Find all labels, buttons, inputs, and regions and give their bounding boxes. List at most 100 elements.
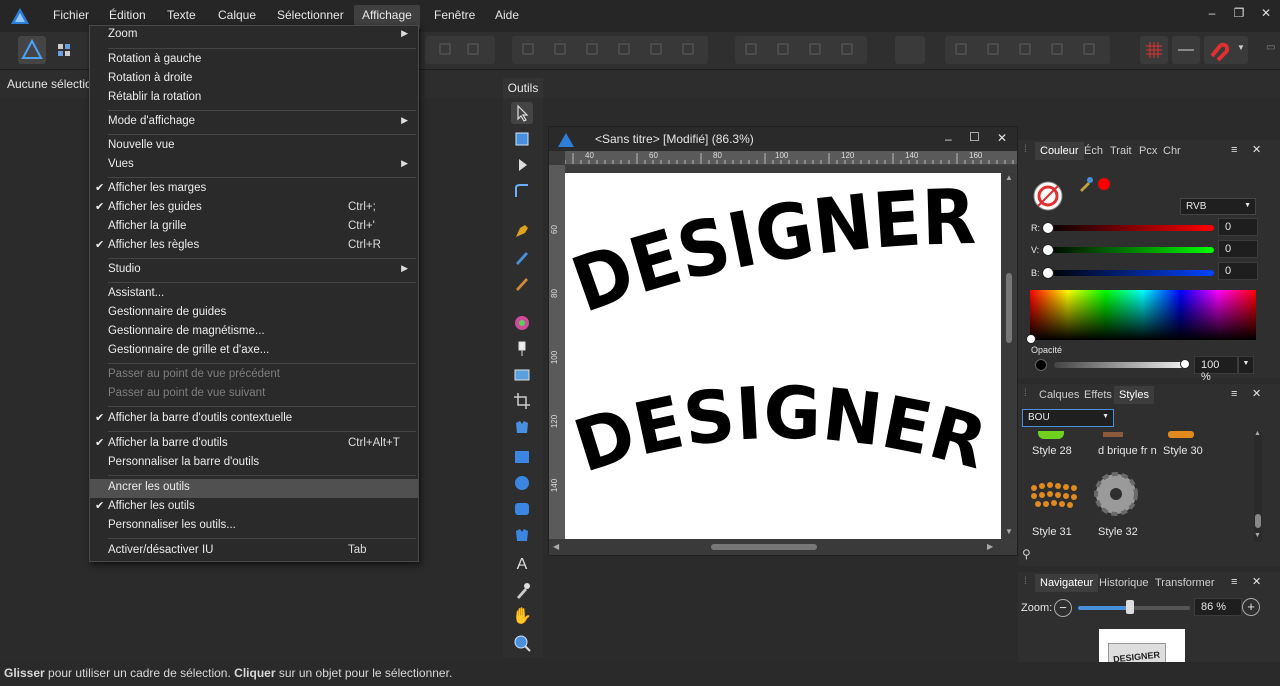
toolbar-icon[interactable] <box>467 43 479 55</box>
scroll-up-icon[interactable]: ▲ <box>1005 173 1013 182</box>
pencil-tool-icon[interactable] <box>511 246 533 268</box>
eyedropper-icon[interactable] <box>1076 174 1096 194</box>
align-middle-icon[interactable] <box>650 43 662 55</box>
scroll-down-icon[interactable]: ▼ <box>1254 532 1261 539</box>
style-31-thumb[interactable] <box>1026 474 1078 522</box>
horizontal-scrollbar[interactable]: ◀ ▶ <box>549 539 1001 555</box>
panel-close-icon[interactable]: ✕ <box>1252 387 1261 400</box>
scrollbar-thumb[interactable] <box>1255 514 1261 528</box>
minimize-icon[interactable]: – <box>1202 6 1222 24</box>
menu-item-show-grid[interactable]: Afficher la grille Ctrl+' <box>90 218 418 237</box>
doc-maximize-icon[interactable]: ☐ <box>969 130 980 144</box>
color-picker-tool-icon[interactable] <box>511 312 533 334</box>
menu-item-assistant[interactable]: Assistant... <box>90 285 418 304</box>
style-30-label[interactable]: Style 30 <box>1163 445 1203 457</box>
menu-item-show-toolbar[interactable]: ✔ Afficher la barre d'outils Ctrl+Alt+T <box>90 435 418 454</box>
blue-value-input[interactable]: 0 <box>1218 262 1258 280</box>
magnet-button[interactable]: ▼ <box>1204 36 1248 64</box>
menu-texte[interactable]: Texte <box>167 8 196 22</box>
panel-close-icon[interactable]: ✕ <box>1252 575 1261 588</box>
vertical-scrollbar[interactable]: ▲ ▼ <box>1001 173 1017 539</box>
zoom-value-input[interactable]: 86 % <box>1194 598 1242 616</box>
flip-icon[interactable] <box>745 43 757 55</box>
style-31-label[interactable]: Style 31 <box>1032 526 1072 538</box>
panel-menu-icon[interactable]: ≡ <box>1231 144 1237 156</box>
pixel-persona-button[interactable] <box>50 36 78 64</box>
doc-minimize-icon[interactable]: – <box>945 132 952 146</box>
menu-selectionner[interactable]: Sélectionner <box>277 8 344 22</box>
canvas[interactable]: DESIGNER DESIGNER <box>561 172 1001 539</box>
tab-calques[interactable]: Calques <box>1039 389 1079 401</box>
node-tool-icon[interactable] <box>511 154 533 176</box>
crop-tool-icon[interactable] <box>511 390 533 412</box>
align-center-icon[interactable] <box>554 43 566 55</box>
style-category-select[interactable]: BOU ▼ <box>1022 409 1114 427</box>
menu-item-dock-tools[interactable]: Ancrer les outils <box>90 479 418 498</box>
style-29-thumb[interactable] <box>1103 432 1123 437</box>
scrollbar-thumb[interactable] <box>1006 273 1012 343</box>
menu-item-new-view[interactable]: Nouvelle vue <box>90 137 418 156</box>
menu-item-toggle-ui[interactable]: Activer/désactiver IU Tab <box>90 542 418 561</box>
pen-tool-icon[interactable] <box>511 220 533 242</box>
tab-transformer[interactable]: Transformer <box>1155 577 1215 589</box>
menu-item-grid-manager[interactable]: Gestionnaire de grille et d'axe... <box>90 342 418 361</box>
menu-calque[interactable]: Calque <box>218 8 256 22</box>
menu-item-customize-toolbar[interactable]: Personnaliser la barre d'outils <box>90 454 418 473</box>
designer-persona-button[interactable] <box>18 36 46 64</box>
rounded-rect-tool-icon[interactable] <box>511 498 533 520</box>
red-slider-knob[interactable] <box>1042 222 1054 234</box>
menu-item-show-tools[interactable]: ✔ Afficher les outils <box>90 498 418 517</box>
menu-item-show-margins[interactable]: ✔ Afficher les marges <box>90 180 418 199</box>
tab-ech[interactable]: Éch <box>1084 145 1103 157</box>
scroll-down-icon[interactable]: ▼ <box>1005 527 1013 536</box>
panel-menu-icon[interactable]: ≡ <box>1231 576 1237 588</box>
toolbar-icon[interactable] <box>439 43 451 55</box>
green-value-input[interactable]: 0 <box>1218 240 1258 258</box>
menu-item-reset-rotation[interactable]: Rétablir la rotation <box>90 89 418 108</box>
menu-item-studio[interactable]: Studio ▶ <box>90 261 418 280</box>
subtract-icon[interactable] <box>987 43 999 55</box>
panel-close-icon[interactable]: ✕ <box>1252 143 1261 156</box>
grip-icon[interactable]: ⁞ <box>1024 144 1027 155</box>
opacity-value-input[interactable]: 100 % <box>1194 356 1238 383</box>
rotate-icon[interactable] <box>777 43 789 55</box>
color-spectrum[interactable] <box>1030 290 1256 340</box>
blue-slider-knob[interactable] <box>1042 267 1054 279</box>
menu-item-zoom[interactable]: Zoom ▶ <box>90 26 418 45</box>
menu-item-rotate-left[interactable]: Rotation à gauche <box>90 51 418 70</box>
style-32-label[interactable]: Style 32 <box>1098 526 1138 538</box>
tab-styles[interactable]: Styles <box>1114 386 1154 404</box>
snap-button[interactable] <box>1172 36 1200 64</box>
menu-item-show-guides[interactable]: ✔ Afficher les guides Ctrl+; <box>90 199 418 218</box>
shape-tool-2-icon[interactable] <box>511 524 533 546</box>
grip-icon[interactable]: ⁞ <box>1024 576 1027 587</box>
restore-icon[interactable]: ❐ <box>1229 6 1249 24</box>
affinity-logo-icon[interactable] <box>10 7 30 25</box>
ellipse-tool-icon[interactable] <box>511 472 533 494</box>
align-left-icon[interactable] <box>522 43 534 55</box>
menu-item-context-toolbar[interactable]: ✔ Afficher la barre d'outils contextuelle <box>90 410 418 429</box>
zoom-in-icon[interactable]: + <box>1242 598 1260 616</box>
red-value-input[interactable]: 0 <box>1218 218 1258 236</box>
menu-item-views[interactable]: Vues ▶ <box>90 156 418 175</box>
green-slider-knob[interactable] <box>1042 244 1054 256</box>
red-slider[interactable] <box>1046 225 1214 231</box>
tab-historique[interactable]: Historique <box>1099 577 1149 589</box>
tab-pcx[interactable]: Pcx <box>1139 145 1157 157</box>
scrollbar-thumb[interactable] <box>711 544 817 550</box>
designer-text-2[interactable]: DESIGNER <box>565 371 996 489</box>
add-icon[interactable] <box>955 43 967 55</box>
tab-effets[interactable]: Effets <box>1084 389 1112 401</box>
snap-grid-button[interactable] <box>1140 36 1168 64</box>
menu-edition[interactable]: Édition <box>109 8 146 22</box>
grip-icon[interactable]: ⁞ <box>1024 388 1027 399</box>
intersect-icon[interactable] <box>1019 43 1031 55</box>
brush-tool-icon[interactable] <box>511 272 533 294</box>
menu-aide[interactable]: Aide <box>495 8 519 22</box>
style-30-thumb[interactable] <box>1168 431 1194 438</box>
tab-trait[interactable]: Trait <box>1110 145 1132 157</box>
zoom-out-icon[interactable]: − <box>1054 599 1072 617</box>
shape-tool-icon[interactable] <box>511 416 533 438</box>
spectrum-picker[interactable] <box>1026 334 1036 344</box>
fill-stroke-swatch-icon[interactable] <box>1030 174 1070 214</box>
